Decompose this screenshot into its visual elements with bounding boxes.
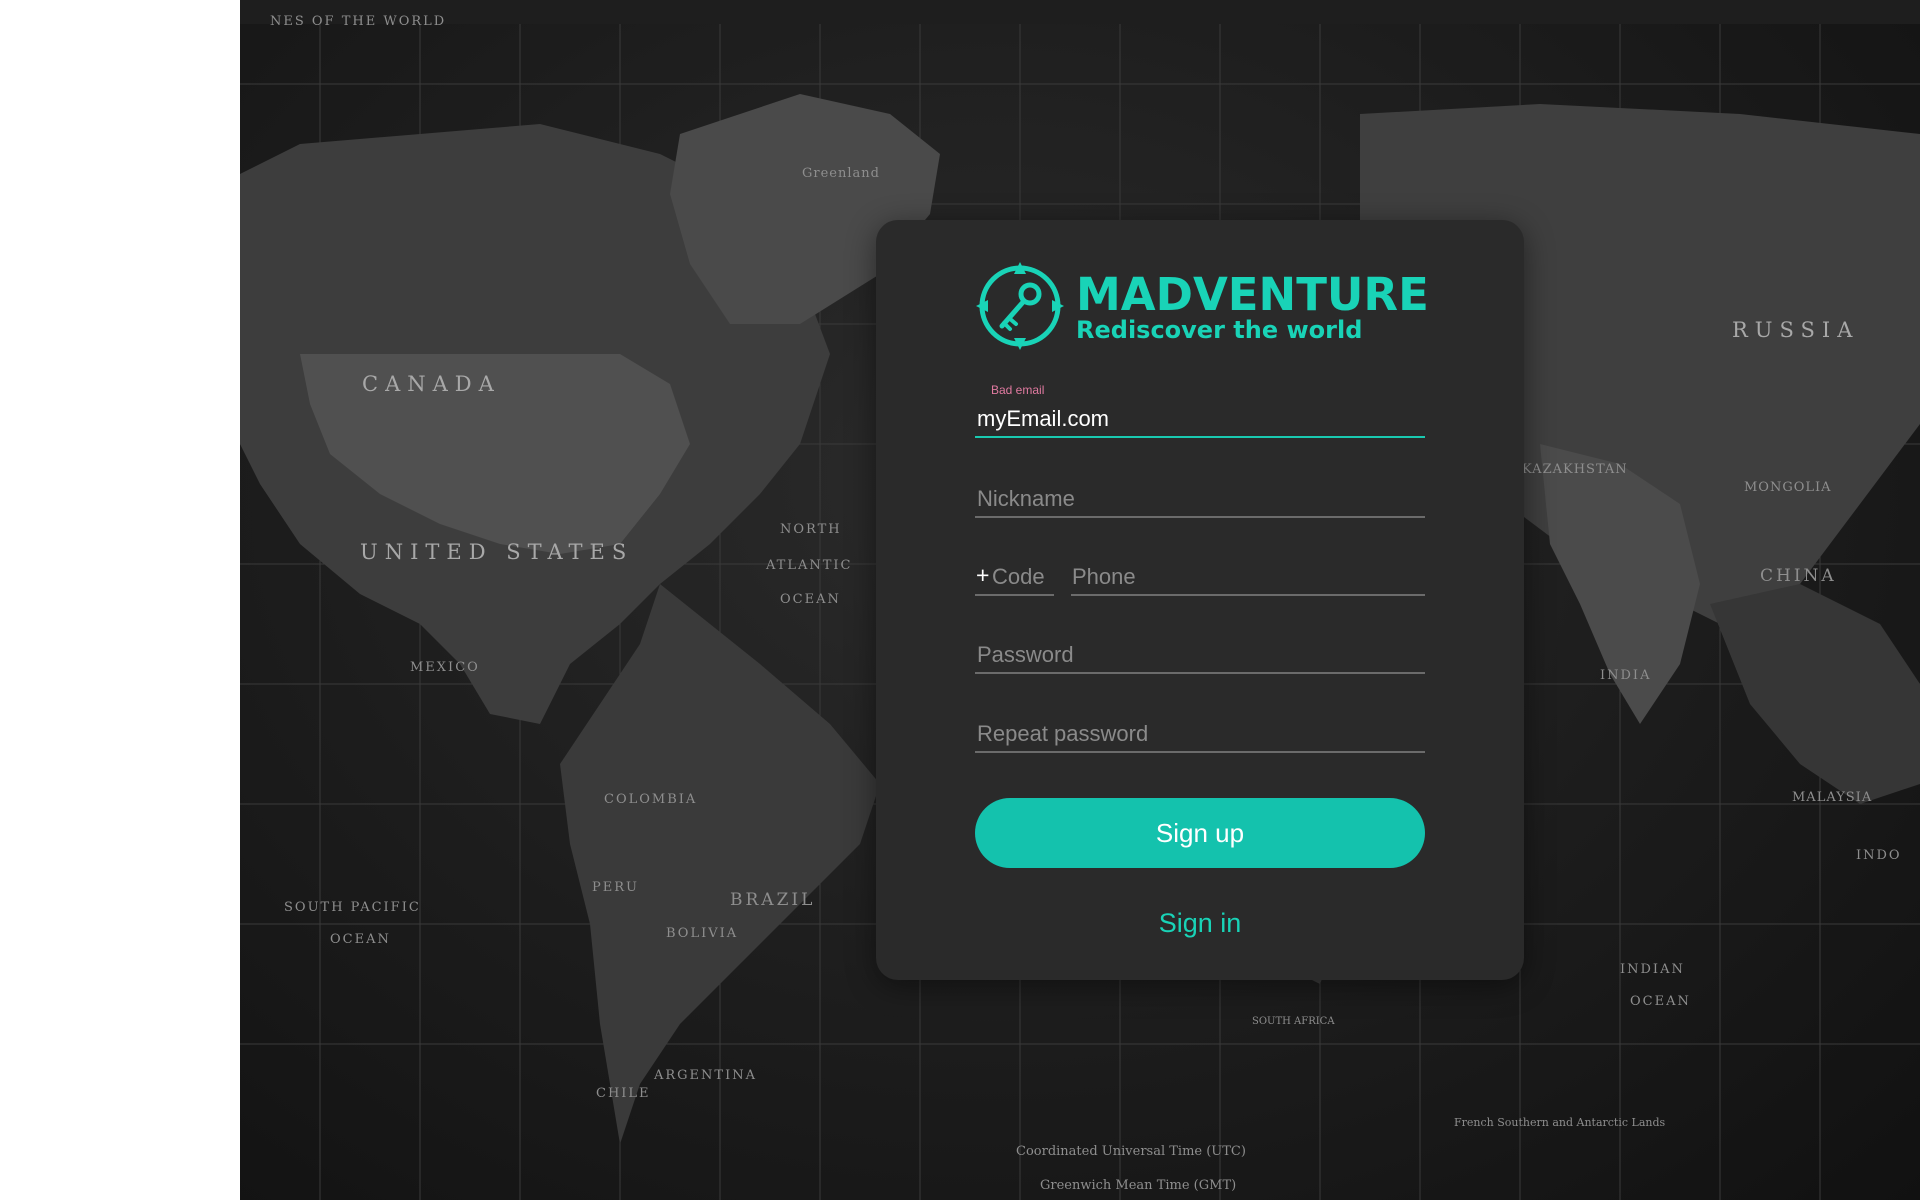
map-label-ocean-pacific: OCEAN	[330, 932, 391, 947]
phone-code-input[interactable]	[992, 564, 1052, 590]
map-label-south-pacific: SOUTH PACIFIC	[284, 900, 421, 915]
email-input[interactable]	[975, 406, 1425, 432]
map-label-bolivia: BOLIVIA	[666, 926, 739, 941]
map-label-canada: CANADA	[362, 372, 501, 396]
map-label-india: INDIA	[1600, 668, 1652, 683]
email-field[interactable]	[975, 398, 1425, 438]
brand-title: MADVENTURE	[1076, 268, 1429, 321]
password-field[interactable]	[975, 634, 1425, 674]
map-label-china: CHINA	[1760, 566, 1837, 586]
map-label-south-africa: SOUTH AFRICA	[1252, 1016, 1335, 1027]
map-label-atlantic: ATLANTIC	[766, 558, 853, 573]
map-label-united-states: UNITED STATES	[360, 540, 634, 564]
nickname-field[interactable]	[975, 478, 1425, 518]
map-label-colombia: COLOMBIA	[604, 792, 698, 807]
map-label-chile: CHILE	[596, 1086, 651, 1101]
signup-button[interactable]: Sign up	[975, 798, 1425, 868]
map-label-indian-ocean: OCEAN	[1630, 994, 1691, 1009]
brand-tagline: Rediscover the world	[1076, 316, 1363, 344]
phone-input[interactable]	[1071, 564, 1425, 590]
nickname-input[interactable]	[975, 486, 1425, 512]
signup-card: MADVENTURE Rediscover the world Bad emai…	[876, 220, 1524, 980]
signin-link[interactable]: Sign in	[975, 908, 1425, 939]
map-label-brazil: BRAZIL	[730, 890, 816, 910]
left-blank-panel	[0, 0, 240, 1200]
map-label-french-southern: French Southern and Antarctic Lands	[1454, 1116, 1666, 1129]
map-label-malaysia: MALAYSIA	[1792, 790, 1873, 805]
email-error-message: Bad email	[991, 383, 1045, 397]
map-label-mexico: MEXICO	[410, 660, 480, 675]
phone-plus-prefix: +	[976, 562, 990, 588]
map-label-mongolia: MONGOLIA	[1744, 480, 1832, 495]
phone-code-field[interactable]: +	[975, 556, 1054, 596]
map-label-kazakhstan: KAZAKHSTAN	[1522, 462, 1628, 477]
map-label-russia: RUSSIA	[1732, 318, 1860, 342]
top-strip	[240, 0, 1920, 24]
map-caption: NES OF THE WORLD	[270, 14, 447, 29]
map-label-utc: Coordinated Universal Time (UTC)	[1016, 1144, 1246, 1159]
repeat-password-input[interactable]	[975, 721, 1425, 747]
repeat-password-field[interactable]	[975, 713, 1425, 753]
map-label-argentina: ARGENTINA	[654, 1068, 757, 1083]
map-label-indian: INDIAN	[1620, 962, 1685, 977]
compass-key-icon	[976, 262, 1064, 350]
map-label-north: NORTH	[780, 522, 842, 537]
map-label-indo: INDO	[1856, 848, 1902, 863]
map-label-peru: PERU	[592, 880, 639, 895]
map-label-gmt: Greenwich Mean Time (GMT)	[1040, 1178, 1237, 1193]
map-label-greenland: Greenland	[802, 166, 880, 181]
phone-field[interactable]	[1071, 556, 1425, 596]
password-input[interactable]	[975, 642, 1425, 668]
map-label-ocean-atlantic: OCEAN	[780, 592, 841, 607]
brand-logo: MADVENTURE Rediscover the world	[974, 260, 1429, 352]
